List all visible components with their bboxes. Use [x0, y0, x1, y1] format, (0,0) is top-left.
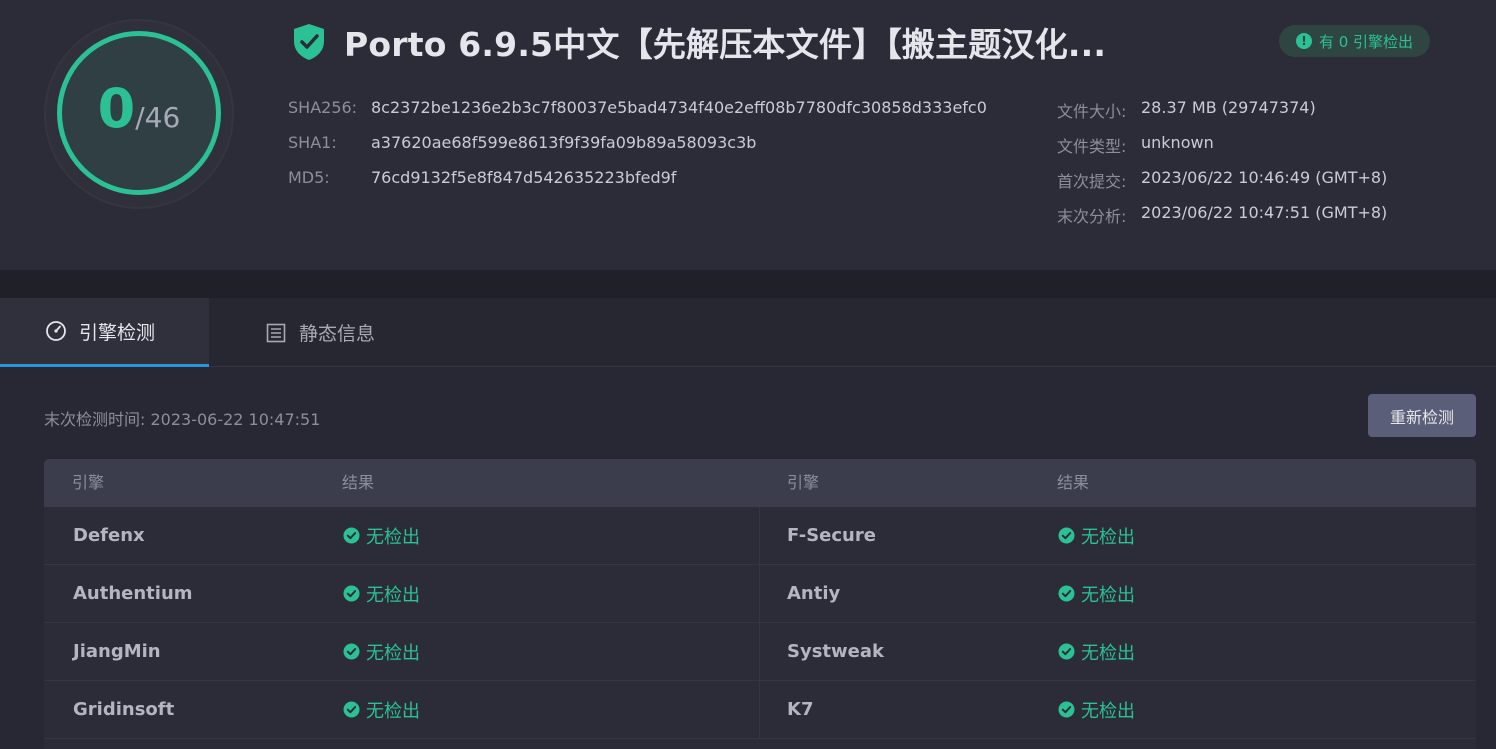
last-check-time: 末次检测时间: 2023-06-22 10:47:51	[44, 410, 321, 429]
check-circle-icon	[343, 643, 360, 660]
detection-score-ring: 0 /46	[57, 31, 221, 195]
title-row: Porto 6.9.5中文【先解压本文件】【搬主题汉化...	[292, 20, 1106, 64]
shield-check-icon	[294, 24, 324, 60]
sha256-label: SHA256:	[288, 98, 358, 117]
result-text: 无检出	[1081, 642, 1135, 664]
table-row: Authentium 无检出 Antiy 无检出	[44, 565, 1476, 623]
md5-label: MD5:	[288, 168, 330, 187]
detection-badge: ! 有 0 引擎检出	[1279, 25, 1430, 57]
exclamation-icon: !	[1295, 33, 1312, 49]
file-summary-header: 0 /46 Porto 6.9.5中文【先解压本文件】【搬主题汉化... ! 有…	[0, 0, 1496, 270]
detected-count: 0	[97, 77, 136, 140]
tab-static-info-label: 静态信息	[299, 323, 376, 345]
check-circle-icon	[343, 585, 360, 602]
file-size-value: 28.37 MB (29747374)	[1141, 98, 1316, 117]
sha256-value[interactable]: 8c2372be1236e2b3c7f80037e5bad4734f40e2ef…	[371, 98, 987, 117]
engine-name: Antiy	[787, 583, 841, 604]
check-circle-icon	[1058, 585, 1075, 602]
column-divider	[759, 565, 760, 622]
detection-badge-text: 有 0 引擎检出	[1318, 32, 1414, 51]
engine-detection-panel: 末次检测时间: 2023-06-22 10:47:51 重新检测 引擎 结果 引…	[0, 368, 1496, 749]
engine-results-table: 引擎 结果 引擎 结果 Defenx 无检出 F-Secure 无检出 Auth…	[44, 459, 1476, 749]
engine-total: /46	[135, 101, 181, 134]
table-body: Defenx 无检出 F-Secure 无检出 Authentium 无检出 A…	[44, 507, 1476, 739]
result-text: 无检出	[1081, 700, 1135, 722]
result-cell: 无检出	[343, 565, 420, 622]
result-cell: 无检出	[1058, 507, 1135, 564]
result-text: 无检出	[1081, 526, 1135, 548]
file-type-label: 文件类型:	[1057, 137, 1127, 156]
tab-static-info[interactable]: 静态信息	[209, 298, 409, 367]
result-cell: 无检出	[1058, 565, 1135, 622]
header-result-left: 结果	[342, 473, 375, 492]
last-analysis-label: 末次分析:	[1057, 207, 1127, 226]
result-text: 无检出	[366, 642, 420, 664]
result-text: 无检出	[366, 526, 420, 548]
engine-name: JiangMin	[73, 641, 161, 662]
header-result-right: 结果	[1057, 473, 1090, 492]
file-title: Porto 6.9.5中文【先解压本文件】【搬主题汉化...	[344, 25, 1107, 64]
header-engine-left: 引擎	[72, 473, 105, 492]
table-row: Gridinsoft 无检出 K7 无检出	[44, 681, 1476, 739]
gauge-icon	[46, 321, 66, 341]
sha1-value[interactable]: a37620ae68f599e8613f9f39fa09b89a58093c3b	[371, 133, 756, 152]
result-text: 无检出	[366, 584, 420, 606]
tab-engine-detection-label: 引擎检测	[79, 321, 156, 344]
check-circle-icon	[343, 527, 360, 544]
check-circle-icon	[1058, 527, 1075, 544]
result-text: 无检出	[1081, 584, 1135, 606]
result-cell: 无检出	[1058, 681, 1135, 738]
check-circle-icon	[1058, 701, 1075, 718]
result-cell: 无检出	[343, 623, 420, 680]
rescan-button[interactable]: 重新检测	[1368, 394, 1476, 437]
document-list-icon	[266, 323, 286, 342]
engine-name: Gridinsoft	[73, 699, 175, 720]
tab-engine-detection[interactable]: 引擎检测	[0, 298, 209, 367]
engine-name: F-Secure	[787, 525, 876, 546]
first-submit-label: 首次提交:	[1057, 172, 1127, 191]
check-circle-icon	[343, 701, 360, 718]
table-row: Defenx 无检出 F-Secure 无检出	[44, 507, 1476, 565]
result-cell: 无检出	[343, 507, 420, 564]
header-engine-right: 引擎	[787, 473, 820, 492]
table-row: JiangMin 无检出 Systweak 无检出	[44, 623, 1476, 681]
file-type-value: unknown	[1141, 133, 1214, 152]
engine-name: K7	[787, 699, 814, 720]
last-analysis-value: 2023/06/22 10:47:51 (GMT+8)	[1141, 203, 1388, 222]
first-submit-value: 2023/06/22 10:46:49 (GMT+8)	[1141, 168, 1388, 187]
engine-name: Authentium	[73, 583, 193, 604]
column-divider	[759, 623, 760, 680]
result-cell: 无检出	[1058, 623, 1135, 680]
section-divider	[0, 270, 1496, 298]
tab-bar: 引擎检测 静态信息	[0, 298, 1496, 367]
result-text: 无检出	[366, 700, 420, 722]
md5-value[interactable]: 76cd9132f5e8f847d542635223bfed9f	[371, 168, 676, 187]
table-header: 引擎 结果 引擎 结果	[44, 459, 1476, 507]
column-divider	[759, 507, 760, 564]
engine-name: Defenx	[73, 525, 145, 546]
engine-name: Systweak	[787, 641, 884, 662]
check-circle-icon	[1058, 643, 1075, 660]
column-divider	[759, 681, 760, 738]
sha1-label: SHA1:	[288, 133, 337, 152]
file-size-label: 文件大小:	[1057, 102, 1127, 121]
result-cell: 无检出	[343, 681, 420, 738]
